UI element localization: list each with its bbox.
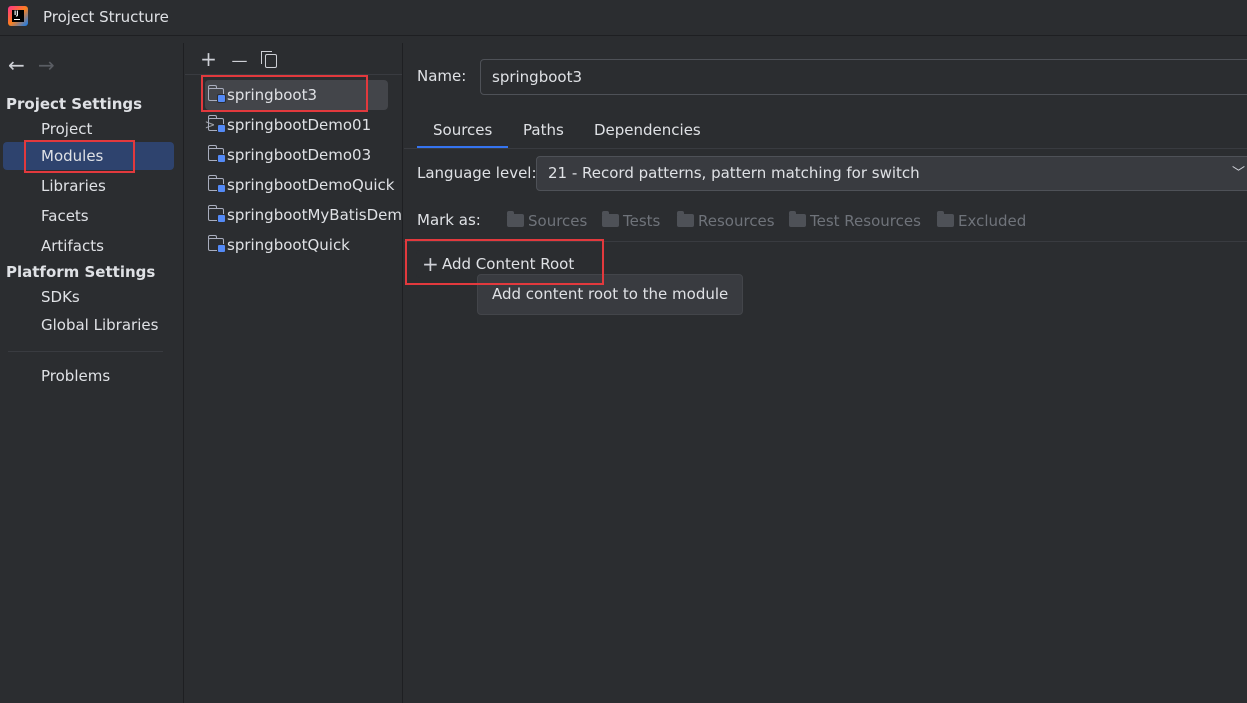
module-folder-icon (207, 235, 226, 253)
add-module-button[interactable]: + (193, 47, 224, 71)
sidebar-item-artifacts[interactable]: Artifacts (3, 232, 174, 260)
tests-folder-icon (602, 211, 619, 227)
project-settings-heading: Project Settings (6, 95, 143, 113)
module-folder-icon (207, 115, 226, 133)
plus-icon: + (422, 252, 439, 276)
sidebar-item-libraries[interactable]: Libraries (3, 172, 174, 200)
modules-toolbar: + — (193, 47, 286, 73)
mark-as-label: Mark as: (417, 211, 481, 229)
copy-icon (260, 51, 277, 68)
tabs-divider (404, 148, 1247, 149)
module-details-panel: Name: Sources Paths Dependencies Languag… (404, 43, 1247, 703)
chevron-down-icon: ﹀ (1231, 166, 1245, 181)
platform-settings-heading: Platform Settings (6, 263, 156, 281)
mark-test-resources-button[interactable]: Test Resources (789, 211, 921, 233)
module-item-springbootdemo03[interactable]: springbootDemo03 (205, 140, 388, 170)
module-item-springbootdemo01[interactable]: springbootDemo01 (205, 110, 388, 140)
tree-divider (185, 74, 402, 75)
name-label: Name: (417, 67, 467, 85)
mark-sources-label: Sources (528, 212, 588, 230)
sidebar-item-modules[interactable]: Modules (3, 142, 174, 170)
module-name-input[interactable] (480, 59, 1247, 95)
add-content-root-tooltip: Add content root to the module (477, 274, 743, 315)
intellij-logo-icon: IJ (8, 6, 28, 26)
module-label: springboot3 (227, 86, 317, 104)
tab-sources[interactable]: Sources (417, 115, 509, 149)
mark-test-resources-label: Test Resources (810, 212, 921, 230)
mark-excluded-button[interactable]: Excluded (937, 211, 1026, 233)
sidebar-item-sdks[interactable]: SDKs (3, 283, 174, 311)
module-item-springboot3[interactable]: springboot3 (205, 80, 388, 110)
sidebar-divider (8, 351, 163, 352)
nav-arrows: ← → (8, 53, 68, 77)
copy-module-button[interactable] (255, 47, 286, 71)
mark-resources-label: Resources (698, 212, 775, 230)
tab-paths[interactable]: Paths (507, 115, 580, 149)
language-level-value: 21 - Record patterns, pattern matching f… (548, 164, 920, 182)
mark-tests-button[interactable]: Tests (602, 211, 660, 233)
sidebar-item-problems[interactable]: Problems (3, 362, 174, 390)
module-folder-icon (207, 85, 226, 103)
mark-sources-button[interactable]: Sources (507, 211, 587, 233)
module-label: springbootDemo01 (227, 116, 372, 134)
mark-resources-button[interactable]: Resources (677, 211, 775, 233)
window-title: Project Structure (43, 8, 169, 26)
module-label: springbootDemo03 (227, 146, 372, 164)
language-level-label: Language level: (417, 164, 537, 182)
settings-sidebar: ← → Project Settings Project Modules Libr… (0, 43, 184, 703)
sidebar-item-global-libraries[interactable]: Global Libraries (3, 311, 174, 339)
module-label: springbootQuick (227, 236, 350, 254)
tab-dependencies[interactable]: Dependencies (578, 115, 717, 149)
sidebar-item-facets[interactable]: Facets (3, 202, 174, 230)
language-level-select[interactable]: 21 - Record patterns, pattern matching f… (536, 156, 1247, 191)
mark-tests-label: Tests (623, 212, 661, 230)
module-item-springbootmybatisdemo[interactable]: springbootMyBatisDemo (205, 200, 402, 230)
module-item-springbootdemoquick[interactable]: springbootDemoQuick (205, 170, 394, 200)
module-item-springbootquick[interactable]: springbootQuick (205, 230, 388, 260)
mark-excluded-label: Excluded (958, 212, 1027, 230)
add-content-root-label: Add Content Root (442, 255, 575, 273)
modules-tree: + — springboot3 > springbootDemo01 spring… (185, 43, 403, 703)
resources-folder-icon (677, 211, 694, 227)
sources-folder-icon (507, 211, 524, 227)
remove-module-button[interactable]: — (224, 51, 255, 70)
module-folder-icon (207, 175, 226, 193)
module-label: springbootMyBatisDemo (227, 206, 403, 224)
title-bar: IJ Project Structure (0, 0, 1247, 36)
module-label: springbootDemoQuick (227, 176, 395, 194)
test-resources-folder-icon (789, 211, 806, 227)
sidebar-item-project[interactable]: Project (3, 115, 174, 143)
excluded-folder-icon (937, 211, 954, 227)
module-folder-icon (207, 205, 226, 223)
module-folder-icon (207, 145, 226, 163)
mark-as-divider (404, 241, 1247, 242)
arrow-left-icon[interactable]: ← (8, 53, 38, 77)
arrow-right-icon[interactable]: → (38, 53, 68, 77)
